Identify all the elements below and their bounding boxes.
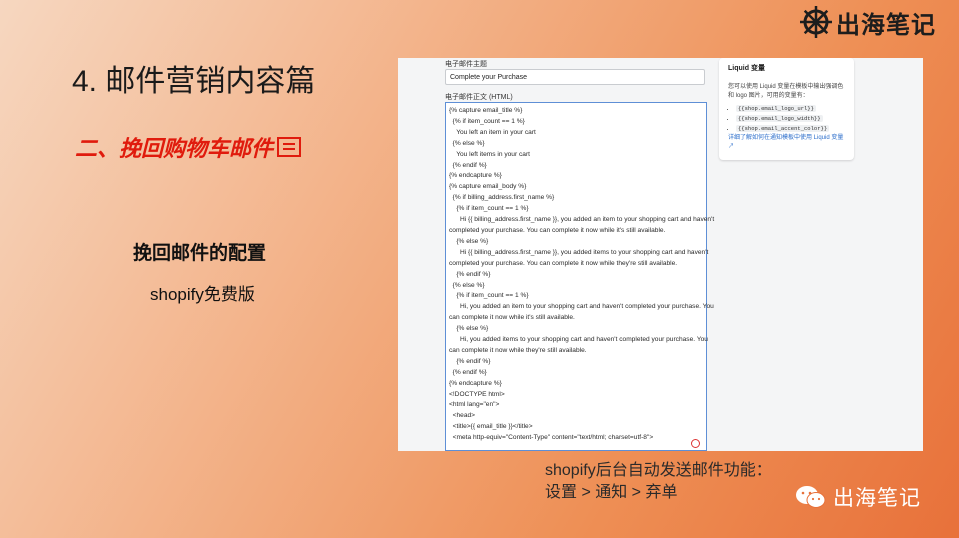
code-line: {% if billing_address.first_name %}	[449, 194, 555, 202]
code-line: {% endif %}	[449, 161, 487, 169]
code-line: Hi {{ billing_address.first_name }}, you…	[449, 248, 709, 256]
code-line: {% capture email_body %}	[449, 183, 527, 191]
wechat-icon	[796, 486, 826, 508]
code-line: {% else %}	[449, 325, 489, 333]
code-line: You left an item in your cart	[449, 128, 536, 136]
slide-subtitle: 二、挽回购物车邮件	[75, 131, 302, 163]
liquid-variable-item: {{shop.email_logo_url}}	[736, 104, 845, 114]
email-body-editor[interactable]: {% capture email_title %} {% if item_cou…	[445, 102, 715, 451]
grammar-check-icon[interactable]	[691, 439, 700, 448]
code-line: <title>{{ email_title }}</title>	[449, 423, 533, 431]
brand-logo: 出海笔记	[798, 4, 958, 40]
code-line: {% if item_count == 1 %}	[449, 292, 529, 300]
liquid-card-desc: 您可以使用 Liquid 变量在模板中输出强调色和 logo 图片，可用的变量有…	[728, 84, 844, 99]
code-line: completed your purchase. You can complet…	[449, 226, 666, 234]
code-line: {% else %}	[449, 281, 485, 289]
code-line: {% if item_count == 1 %}	[449, 117, 525, 125]
code-line: {% endcapture %}	[449, 172, 502, 180]
wechat-text: 出海笔记	[833, 486, 921, 510]
slide-title: 4. 邮件营销内容篇	[72, 65, 316, 98]
code-line: can complete it now while it's still ava…	[449, 314, 575, 322]
wechat-watermark: 出海笔记	[795, 482, 921, 512]
code-line: You left items in your cart	[449, 150, 530, 158]
caption: shopify后台自动发送邮件功能： 设置 > 通知 > 弃单	[545, 460, 772, 504]
code-line: {% capture email_title %}	[449, 107, 523, 114]
caption-line-1: shopify后台自动发送邮件功能：	[545, 462, 772, 479]
mail-icon	[277, 137, 302, 157]
liquid-card-title: Liquid 变量	[728, 65, 765, 72]
code-line: {% if item_count == 1 %}	[449, 205, 529, 213]
code-line: {% else %}	[449, 139, 485, 147]
config-note: shopify免费版	[150, 285, 255, 304]
code-line: <head>	[449, 412, 476, 420]
code-line: completed your purchase. You can complet…	[449, 259, 678, 267]
shopify-notification-screenshot: 电子邮件主题 Complete your Purchase 电子邮件正文 (HT…	[398, 58, 923, 451]
email-subject-field[interactable]: Complete your Purchase	[445, 69, 705, 85]
external-link-icon: ↗	[728, 144, 735, 150]
code-line: <html lang="en">	[449, 401, 500, 409]
logo-text: 出海笔记	[836, 9, 936, 39]
code-line: Hi {{ billing_address.first_name }}, you…	[449, 216, 715, 224]
liquid-variable-item: {{shop.email_logo_width}}	[736, 114, 845, 124]
liquid-variable-item: {{shop.email_accent_color}}	[736, 124, 845, 134]
subject-label: 电子邮件主题	[445, 61, 487, 68]
liquid-variables-card: Liquid 变量 您可以使用 Liquid 变量在模板中输出强调色和 logo…	[719, 58, 854, 160]
code-line: <!DOCTYPE html>	[449, 390, 505, 398]
code-line: <meta http-equiv="Content-Type" content=…	[449, 434, 654, 442]
caption-line-2: 设置 > 通知 > 弃单	[545, 484, 678, 501]
body-label: 电子邮件正文 (HTML)	[445, 94, 513, 101]
config-heading: 挽回邮件的配置	[133, 243, 267, 264]
code-line: {% endif %}	[449, 270, 491, 278]
code-line: Hi, you added an item to your shopping c…	[449, 303, 714, 311]
liquid-variable-list: {{shop.email_logo_url}} {{shop.email_log…	[728, 104, 845, 134]
liquid-help-link[interactable]: 详细了解如何在通知模板中使用 Liquid 变量 ↗	[728, 134, 845, 152]
ship-wheel-icon	[800, 6, 832, 38]
code-line: Hi, you added items to your shopping car…	[449, 336, 708, 344]
code-line: {% endif %}	[449, 357, 491, 365]
subtitle-text: 二、挽回购物车邮件	[75, 136, 274, 161]
code-line: {% endif %}	[449, 368, 487, 376]
code-line: {% else %}	[449, 237, 489, 245]
code-line: can complete it now while they're still …	[449, 346, 587, 354]
code-line: {% endcapture %}	[449, 379, 502, 387]
